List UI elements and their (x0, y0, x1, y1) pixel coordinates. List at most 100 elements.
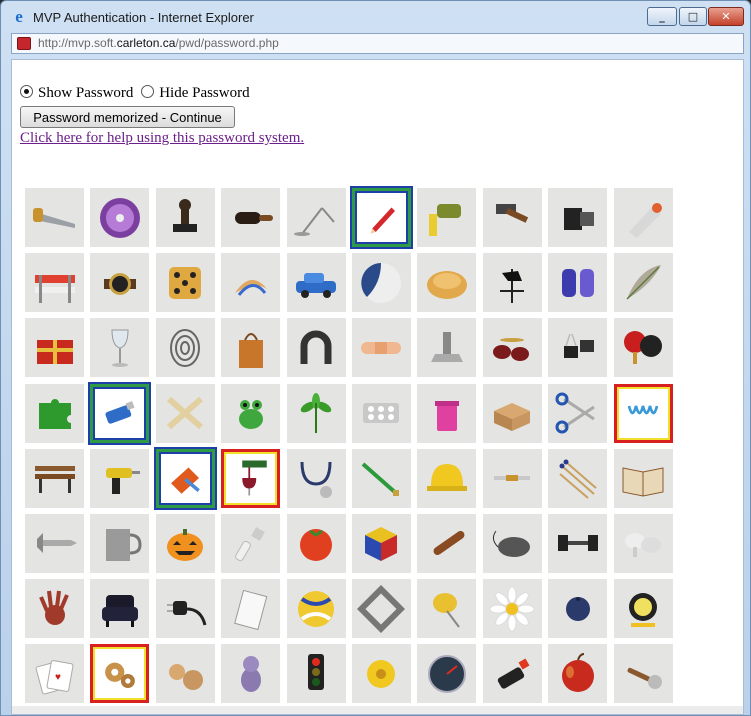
image-tile[interactable]: ♥ (25, 644, 84, 704)
image-tile[interactable] (90, 644, 150, 704)
minimize-button[interactable]: _ (647, 7, 677, 26)
site-favicon-icon (17, 37, 31, 50)
fingerprint-icon (170, 328, 201, 367)
image-tile[interactable] (482, 318, 542, 378)
desk-lamp-icon (294, 206, 335, 236)
image-tile[interactable] (417, 448, 477, 508)
image-tile[interactable] (221, 513, 281, 573)
image-tile[interactable] (90, 448, 150, 508)
image-tile[interactable] (155, 513, 215, 573)
image-tile[interactable] (90, 188, 150, 247)
image-tile[interactable] (221, 188, 281, 247)
image-tile[interactable] (221, 253, 281, 313)
image-tile[interactable] (155, 188, 215, 247)
image-tile[interactable] (351, 448, 411, 508)
address-bar[interactable]: http://mvp.soft.carleton.ca/pwd/password… (11, 33, 744, 54)
metal-mug-icon (105, 529, 142, 562)
image-tile[interactable] (90, 579, 150, 639)
continue-button[interactable]: Password memorized - Continue (20, 106, 235, 128)
image-tile[interactable] (548, 513, 608, 573)
image-tile[interactable] (482, 383, 542, 443)
image-tile[interactable] (482, 188, 542, 247)
pill-blister-icon (363, 403, 400, 424)
maximize-button[interactable]: □ (679, 7, 707, 26)
help-link[interactable]: Click here for help using this password … (20, 130, 304, 147)
paint-tube-icon (629, 202, 663, 238)
image-tile[interactable] (25, 318, 84, 378)
image-tile[interactable] (25, 383, 84, 443)
image-tile[interactable] (417, 644, 477, 704)
image-tile[interactable] (25, 579, 84, 639)
image-tile[interactable] (548, 188, 608, 247)
image-tile[interactable] (286, 513, 346, 573)
close-button[interactable]: ✕ (708, 7, 744, 26)
image-tile[interactable] (25, 188, 84, 247)
image-tile[interactable] (25, 253, 84, 313)
image-tile[interactable] (25, 448, 84, 508)
image-tile[interactable] (286, 579, 346, 639)
image-tile[interactable] (351, 579, 411, 639)
image-tile[interactable] (286, 253, 346, 313)
usb-drive-icon (105, 401, 135, 424)
image-tile[interactable] (417, 318, 477, 378)
image-tile[interactable] (90, 318, 150, 378)
blue-car-icon (296, 272, 337, 298)
image-tile[interactable] (613, 579, 673, 639)
image-tile[interactable] (548, 579, 608, 639)
image-tile[interactable] (613, 513, 673, 573)
image-tile[interactable] (155, 579, 215, 639)
image-tile[interactable] (155, 644, 215, 704)
image-tile[interactable] (155, 253, 215, 313)
image-tile[interactable] (548, 644, 608, 704)
image-tile[interactable] (417, 188, 477, 247)
image-tile[interactable] (286, 448, 346, 508)
image-tile[interactable] (613, 188, 673, 247)
image-tile[interactable] (349, 186, 413, 249)
image-tile[interactable] (613, 318, 673, 378)
image-tile[interactable] (286, 383, 346, 443)
image-tile[interactable] (351, 383, 411, 443)
image-tile[interactable] (548, 318, 608, 378)
image-tile[interactable] (286, 318, 346, 378)
image-tile[interactable] (417, 253, 477, 313)
image-tile[interactable] (482, 513, 542, 573)
image-tile[interactable] (417, 579, 477, 639)
image-tile[interactable] (221, 318, 281, 378)
image-tile[interactable] (548, 253, 608, 313)
image-tile[interactable] (155, 383, 215, 443)
image-tile[interactable] (613, 253, 673, 313)
image-tile[interactable] (221, 644, 281, 704)
password-visibility-options: Show Password Hide Password (20, 85, 250, 102)
power-drill-icon (105, 468, 140, 495)
image-tile[interactable] (351, 253, 411, 313)
image-tile[interactable] (153, 446, 217, 510)
image-tile[interactable] (482, 579, 542, 639)
image-tile[interactable] (155, 318, 215, 378)
image-tile[interactable] (286, 188, 346, 247)
image-tile[interactable] (90, 253, 150, 313)
image-tile[interactable] (613, 644, 673, 704)
image-tile[interactable] (25, 513, 84, 573)
speedometer-icon (427, 654, 466, 693)
image-tile[interactable] (351, 513, 411, 573)
show-password-radio[interactable] (20, 85, 33, 98)
hide-password-radio[interactable] (141, 85, 155, 98)
image-tile[interactable] (482, 644, 542, 704)
image-tile[interactable] (482, 253, 542, 313)
image-tile[interactable] (90, 513, 150, 573)
image-tile[interactable] (548, 448, 608, 508)
image-tile[interactable] (221, 383, 281, 443)
image-tile[interactable] (221, 448, 281, 508)
image-tile[interactable] (613, 383, 673, 443)
image-tile[interactable] (88, 381, 152, 445)
image-tile[interactable] (417, 383, 477, 443)
image-tile[interactable] (286, 644, 346, 704)
image-tile[interactable] (351, 644, 411, 704)
pouring-bottle-icon (428, 203, 461, 236)
image-tile[interactable] (221, 579, 281, 639)
image-tile[interactable] (613, 448, 673, 508)
image-tile[interactable] (351, 318, 411, 378)
image-tile[interactable] (482, 448, 542, 508)
image-tile[interactable] (548, 383, 608, 443)
image-tile[interactable] (417, 513, 477, 573)
